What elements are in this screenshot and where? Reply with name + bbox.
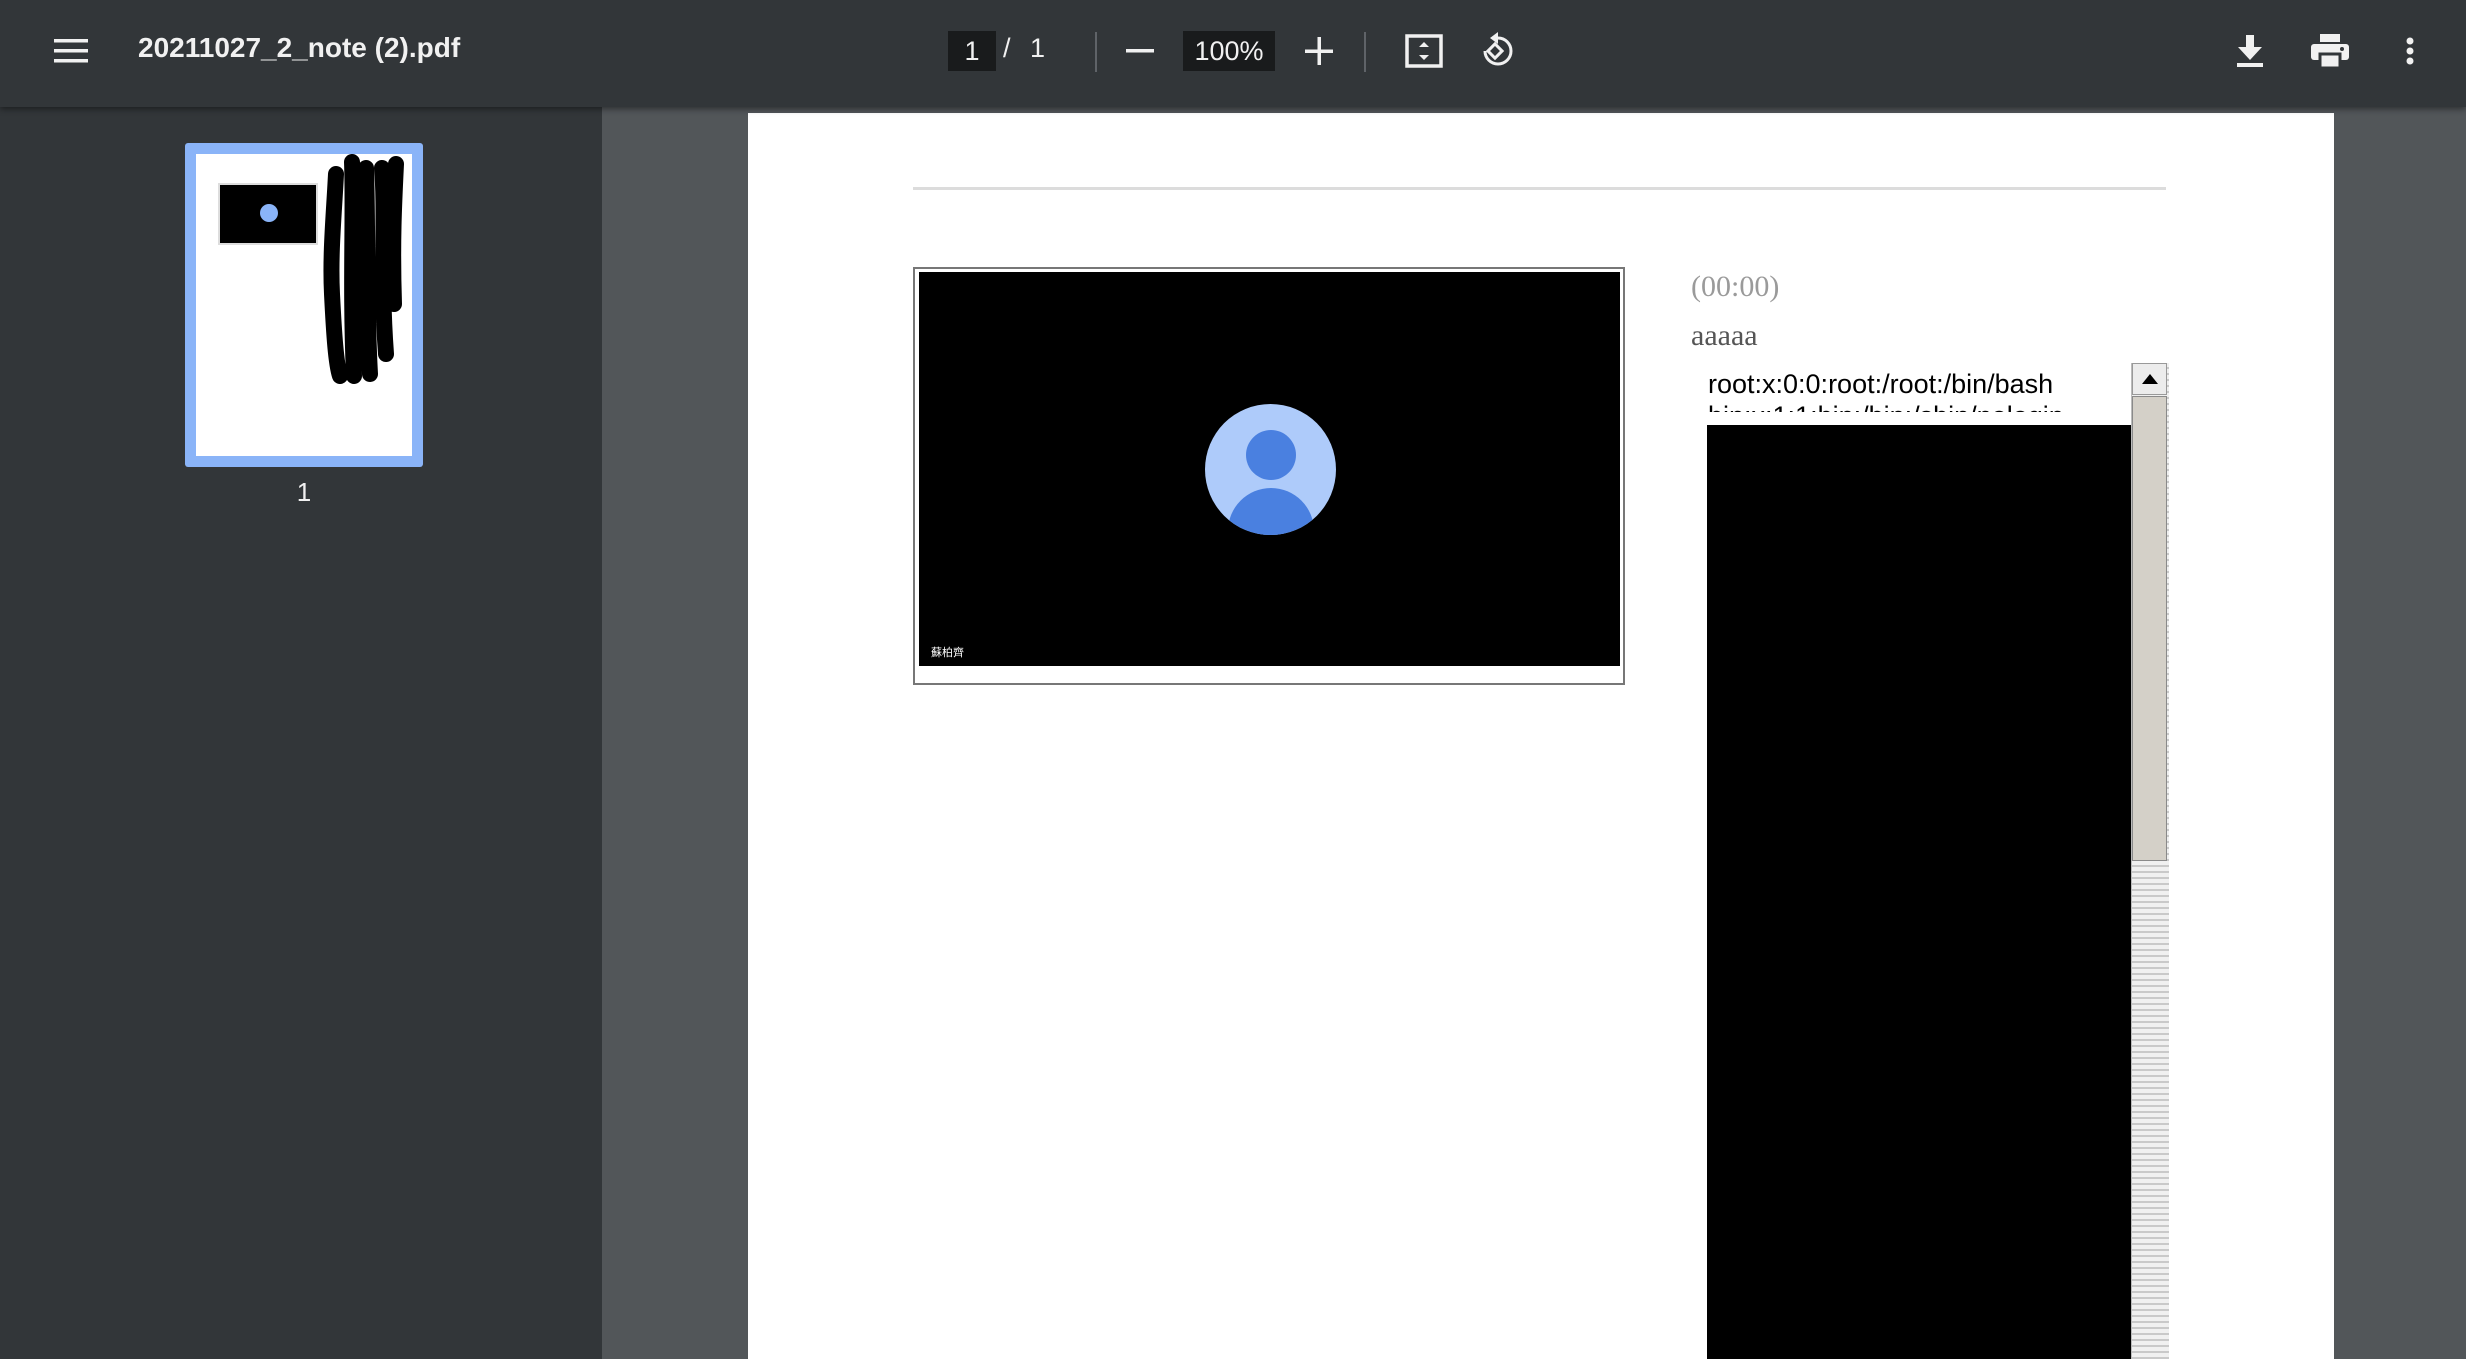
zoom-out-icon[interactable] [1110, 21, 1170, 81]
note-text: aaaaa [1691, 319, 1758, 352]
thumbnail-redaction-scribble [323, 154, 404, 384]
toolbar-divider [1095, 32, 1097, 72]
thumbnail-video-preview [218, 183, 318, 245]
thumbnail-avatar-icon [260, 204, 278, 222]
page-thumbnail-1[interactable] [185, 143, 423, 467]
print-icon[interactable] [2300, 21, 2360, 81]
more-vert-icon[interactable] [2380, 21, 2440, 81]
document-title: 20211027_2_note (2).pdf [138, 32, 461, 63]
pdf-page: 蘇柏齊 (00:00) aaaaa root:x:0:0:root:/root:… [748, 113, 2334, 1359]
video-screenshot: 蘇柏齊 [919, 272, 1620, 666]
menu-icon[interactable] [41, 21, 101, 81]
file-line-2: bin:x:1:1:bin:/bin:/sbin/nologin [1708, 400, 2064, 412]
video-screenshot-frame: 蘇柏齊 [913, 267, 1625, 685]
scroll-up-arrow-icon[interactable] [2132, 363, 2167, 395]
zoom-level-input[interactable] [1183, 31, 1275, 71]
download-icon[interactable] [2220, 21, 2280, 81]
rotate-icon[interactable] [1466, 21, 1526, 81]
avatar-head [1246, 430, 1296, 480]
thumbnail-page-label: 1 [296, 477, 312, 507]
file-line-1: root:x:0:0:root:/root:/bin/bash [1708, 369, 2054, 399]
participant-avatar-icon [1205, 404, 1336, 535]
thumbnail-sidebar: 1 [0, 107, 602, 1359]
fit-page-icon[interactable] [1394, 21, 1454, 81]
file-viewer-scrollbar[interactable] [2131, 363, 2169, 1359]
toolbar-divider [1364, 32, 1366, 72]
page-separator: / [1003, 33, 1011, 63]
page-total: 1 [1030, 33, 1046, 63]
pdf-toolbar: 20211027_2_note (2).pdf / 1 [0, 0, 2466, 107]
note-timestamp: (00:00) [1691, 270, 1780, 303]
page-divider [913, 187, 2166, 190]
scrollbar-thumb[interactable] [2132, 396, 2167, 861]
thumbnail-page-preview [196, 154, 412, 456]
zoom-in-icon[interactable] [1289, 21, 1349, 81]
redaction-block [1707, 425, 2131, 1359]
page-number-input[interactable] [948, 31, 996, 71]
avatar-body [1228, 488, 1314, 535]
participant-name: 蘇柏齊 [931, 647, 964, 659]
